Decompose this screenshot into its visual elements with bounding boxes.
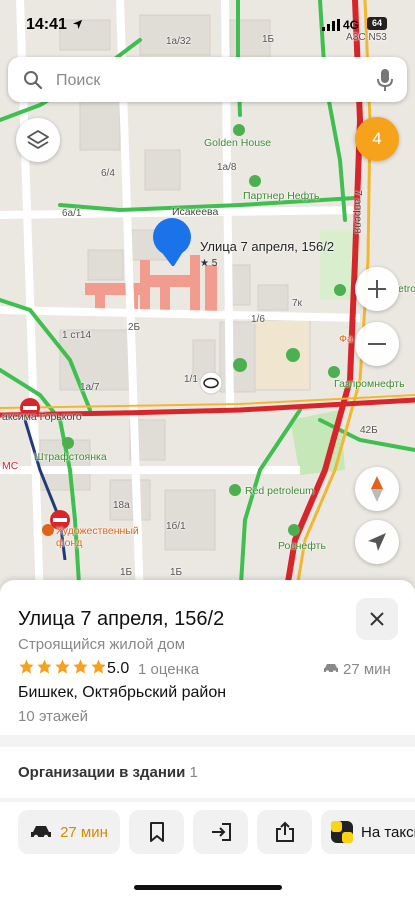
floors-count: 10 этажей — [18, 708, 88, 725]
organizations-label: Организации в здании — [18, 764, 186, 781]
battery-icon: 64 — [367, 17, 387, 30]
notification-badge[interactable]: 4 — [355, 117, 399, 161]
search-bar[interactable] — [8, 57, 407, 102]
map-label: 7к — [292, 298, 302, 309]
street-label: Исакеева — [172, 206, 219, 218]
taxi-label: На такси — [361, 823, 415, 841]
poi-label[interactable]: Роснефть — [278, 540, 326, 552]
map-label: 1а/8 — [217, 162, 237, 173]
map-view[interactable]: 1а/32 1Б АЗС N53 6/4 1а/8 6а/1 Исакеева … — [0, 0, 415, 600]
status-bar: 14:41 4G 64 — [0, 0, 415, 44]
star-icon — [91, 659, 106, 674]
compass-button[interactable] — [355, 467, 399, 511]
star-icon — [73, 659, 88, 674]
route-button[interactable]: 27 мин — [18, 810, 120, 854]
map-label: 6/4 — [101, 168, 115, 179]
close-icon — [370, 612, 384, 626]
search-icon — [24, 71, 43, 90]
rating-value: 5.0 — [107, 660, 130, 677]
map-label: 1а/7 — [80, 382, 100, 393]
plus-icon — [368, 280, 386, 298]
star-icon — [55, 659, 70, 674]
zoom-out-button[interactable] — [355, 322, 399, 366]
network-type: 4G — [343, 18, 360, 32]
map-label: 1Б — [170, 567, 183, 578]
poi-label[interactable]: etro — [398, 283, 415, 295]
minus-icon — [368, 343, 386, 345]
map-label: 1/1 — [184, 374, 198, 385]
map-label: 1б/1 — [166, 521, 186, 532]
layers-icon — [27, 130, 49, 149]
divider — [0, 798, 415, 802]
bookmark-icon — [149, 822, 164, 842]
star-icon — [37, 659, 52, 674]
entrance-button[interactable] — [193, 810, 248, 854]
bookmark-button[interactable] — [129, 810, 184, 854]
map-label: 18а — [113, 500, 130, 511]
place-title: Улица 7 апреля, 156/2 — [18, 608, 225, 630]
divider — [0, 735, 415, 747]
compass-icon — [371, 476, 383, 502]
location-arrow-icon — [72, 19, 83, 30]
poi-label[interactable]: Газпромнефть — [334, 378, 405, 390]
reviews-link[interactable]: 1 оценка — [138, 661, 199, 678]
pin-rating: ★ 5 — [200, 258, 218, 269]
pin-title[interactable]: Улица 7 апреля, 156/2 — [200, 239, 334, 254]
signal-icon — [322, 19, 340, 31]
microphone-icon[interactable] — [377, 68, 393, 92]
poi-label[interactable]: МС — [2, 460, 18, 472]
poi-label[interactable]: Фа — [339, 333, 353, 345]
home-indicator[interactable] — [134, 885, 282, 890]
login-icon — [211, 823, 231, 841]
eta-time: 27 мин — [343, 661, 391, 678]
layers-button[interactable] — [16, 118, 60, 162]
share-button[interactable] — [257, 810, 312, 854]
place-address: Бишкек, Октябрьский район — [18, 684, 227, 701]
organizations-row[interactable]: Организации в здании 1 — [18, 764, 198, 781]
zoom-in-button[interactable] — [355, 267, 399, 311]
taxi-button[interactable]: На такси — [321, 810, 415, 854]
search-input[interactable] — [54, 68, 358, 94]
poi-label[interactable]: Red petroleum — [245, 485, 314, 497]
taxi-icon — [331, 821, 353, 843]
map-label: 42Б — [360, 425, 378, 436]
poi-label[interactable]: Партнер Нефть — [243, 190, 319, 202]
share-icon — [275, 821, 294, 842]
car-icon — [31, 826, 52, 840]
poi-label[interactable]: Штрафстоянка — [34, 451, 107, 463]
organizations-count: 1 — [189, 764, 198, 781]
poi-label[interactable]: Художественный фонд — [56, 525, 156, 549]
my-location-button[interactable] — [355, 520, 399, 564]
car-icon — [324, 664, 338, 674]
street-label: 7 апреля — [352, 190, 364, 234]
map-label: 1 ст14 — [62, 330, 92, 341]
rating-stars — [18, 658, 107, 675]
star-icon — [19, 659, 34, 674]
status-time: 14:41 — [26, 16, 67, 33]
map-label: 6а/1 — [62, 208, 82, 219]
route-label: 27 мин — [60, 823, 108, 841]
place-category: Строящийся жилой дом — [18, 636, 186, 653]
poi-label[interactable]: Golden House — [204, 137, 271, 149]
map-label: 1Б — [120, 567, 133, 578]
navigation-arrow-icon — [368, 533, 386, 551]
place-card[interactable]: Улица 7 апреля, 156/2 Строящийся жилой д… — [0, 580, 415, 900]
map-label: 2Б — [128, 322, 141, 333]
street-label: аксима Горького — [2, 411, 82, 423]
close-button[interactable] — [356, 598, 398, 640]
map-label: 1/6 — [251, 314, 265, 325]
